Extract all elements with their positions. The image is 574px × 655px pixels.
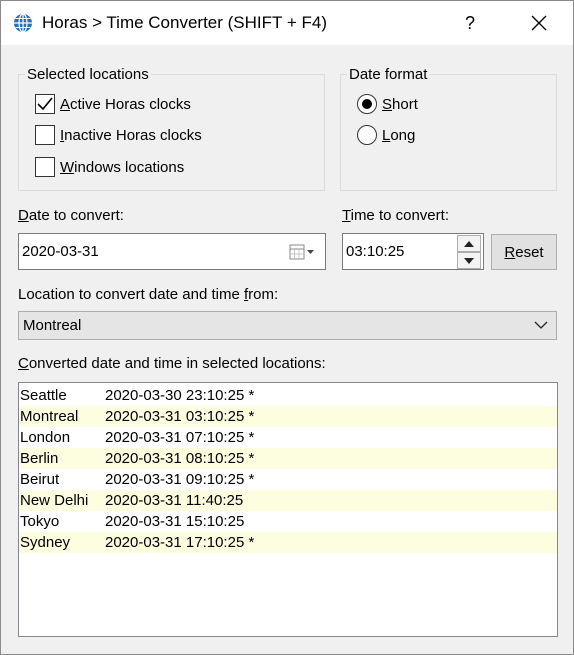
list-item[interactable]: Beirut 2020-03-31 09:10:25 * [19,469,557,490]
location-name: Beirut [20,471,60,488]
location-from-dropdown[interactable]: Montreal [18,311,557,340]
converted-datetime: 2020-03-31 17:10:25 * [105,534,255,551]
spin-down-icon [464,257,474,264]
location-name: Montreal [20,408,79,425]
date-value: 2020-03-31 [22,243,99,260]
converted-datetime: 2020-03-31 15:10:25 [105,513,245,530]
long-format-radio-circle[interactable] [357,125,377,145]
date-picker[interactable]: 2020-03-31 [18,233,326,270]
calendar-dropdown-icon[interactable] [289,243,315,261]
location-name: Berlin [20,450,59,467]
list-item[interactable]: Berlin 2020-03-31 08:10:25 * [19,448,557,469]
converted-datetime: 2020-03-31 11:40:25 [105,492,244,509]
time-spin-up[interactable] [457,235,481,252]
selected-locations-title: Selected locations [25,66,151,83]
list-item[interactable]: Sydney 2020-03-31 17:10:25 * [19,532,557,553]
short-format-radio-circle[interactable] [357,94,377,114]
date-to-convert-label: Date to convert: [18,207,124,224]
windows-locations-box[interactable] [35,157,55,177]
location-name: Seattle [20,387,67,404]
list-item[interactable]: Seattle 2020-03-30 23:10:25 * [19,385,557,406]
converted-datetime: 2020-03-31 07:10:25 * [105,429,255,446]
reset-label: Reset [504,243,544,261]
converted-label: Converted date and time in selected loca… [18,355,326,372]
converted-list[interactable]: Seattle 2020-03-30 23:10:25 * Montreal 2020… [18,382,558,637]
converted-datetime: 2020-03-30 23:10:25 * [105,387,255,404]
location-from-label: Location to convert date and time from: [18,286,279,303]
inactive-horas-clocks-label: Inactive Horas clocks [60,126,202,144]
location-name: Sydney [20,534,71,551]
windows-locations-checkbox[interactable]: Windows locations [35,157,184,177]
long-format-label: Long [382,126,416,144]
time-to-convert-label: Time to convert: [342,207,449,224]
chevron-down-icon [534,321,548,329]
location-name: New Delhi [20,492,89,509]
active-horas-clocks-box[interactable] [35,94,55,114]
checkmark-icon [37,97,53,111]
location-name: London [20,429,71,446]
converted-datetime: 2020-03-31 03:10:25 * [105,408,255,425]
converted-datetime: 2020-03-31 08:10:25 * [105,450,255,467]
windows-locations-label: Windows locations [60,158,185,176]
short-format-radio[interactable]: Short [357,94,418,114]
reset-button[interactable]: Reset [491,234,557,270]
list-item[interactable]: New Delhi 2020-03-31 11:40:25 [19,490,557,511]
time-value: 03:10:25 [346,243,405,260]
converted-rows: Seattle 2020-03-30 23:10:25 * Montreal 2020… [19,383,557,553]
time-converter-dialog: Horas > Time Converter (SHIFT + F4) ? Se… [0,0,574,655]
help-button[interactable]: ? [447,1,493,45]
inactive-horas-clocks-box[interactable] [35,125,55,145]
active-horas-clocks-checkbox[interactable]: Active Horas clocks [35,94,191,114]
close-icon [531,15,547,31]
short-format-label: Short [382,95,418,113]
date-format-title: Date format [347,66,430,83]
long-format-radio[interactable]: Long [357,125,415,145]
location-from-value: Montreal [23,317,82,334]
help-label: ? [464,12,475,33]
title-bar: Horas > Time Converter (SHIFT + F4) ? [1,1,573,45]
list-item[interactable]: London 2020-03-31 07:10:25 * [19,427,557,448]
location-name: Tokyo [20,513,60,530]
active-horas-clocks-label: Active Horas clocks [60,95,191,113]
converted-datetime: 2020-03-31 09:10:25 * [105,471,255,488]
radio-selected-dot [362,99,372,109]
spin-up-icon [464,240,474,247]
window-title: Horas > Time Converter (SHIFT + F4) [42,13,327,32]
list-item[interactable]: Montreal 2020-03-31 03:10:25 * [19,406,557,427]
list-item[interactable]: Tokyo 2020-03-31 15:10:25 [19,511,557,532]
globe-icon [14,13,32,33]
inactive-horas-clocks-checkbox[interactable]: Inactive Horas clocks [35,125,202,145]
time-spin-down[interactable] [457,252,481,269]
time-spinner [457,235,481,269]
close-button[interactable] [515,1,563,45]
